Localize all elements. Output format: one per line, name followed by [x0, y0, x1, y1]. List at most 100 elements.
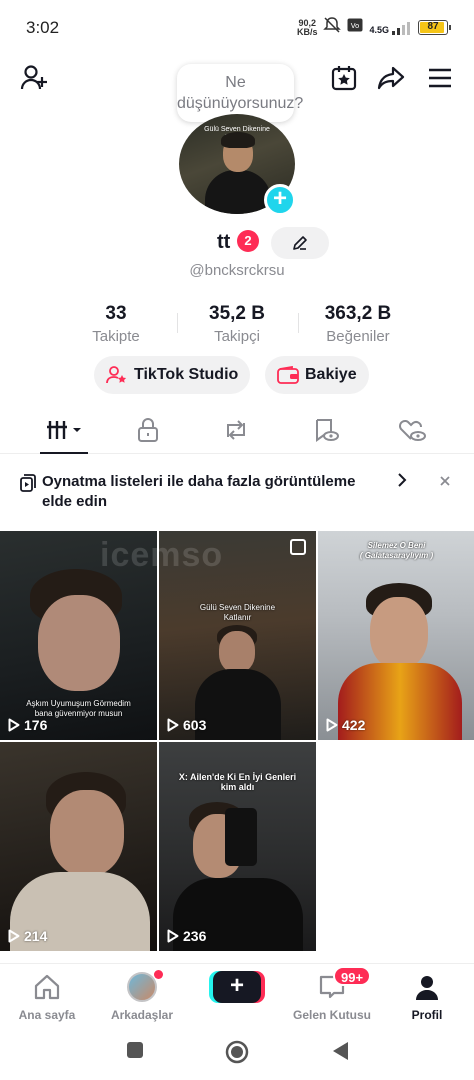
pencil-icon [293, 236, 307, 250]
video-thumb-face [38, 595, 120, 691]
username: tt [217, 231, 231, 253]
create-plus-icon: + [213, 971, 261, 1003]
nav-friends[interactable]: Arkadaşlar [97, 970, 187, 1022]
studio-user-star-icon [106, 366, 127, 384]
banner-text: Oynatma listeleri ile daha fazla görüntü… [42, 473, 356, 510]
stat-followers[interactable]: 35,2 B Takipçi [187, 303, 287, 345]
menu-icon[interactable] [424, 62, 456, 94]
notification-badge[interactable]: 2 [237, 230, 259, 252]
video-caption-line2: Katlanır [223, 613, 252, 622]
svg-text:Vo: Vo [351, 22, 360, 30]
status-icons: 90,2 KB/s Vo 4.5G 87 [297, 16, 451, 39]
add-story-button[interactable]: + [264, 184, 296, 216]
play-icon [8, 718, 20, 732]
inbox-badge: 99+ [333, 966, 372, 986]
nav-friends-label: Arkadaşlar [110, 1008, 174, 1022]
friends-notification-dot [154, 970, 163, 979]
stat-divider [177, 313, 178, 333]
nav-profile-label: Profil [411, 1008, 443, 1022]
wallet-icon [277, 366, 299, 384]
stat-following-value: 33 [105, 303, 127, 324]
network-type: 4.5G [369, 24, 389, 35]
view-count-value: 422 [342, 717, 366, 733]
stat-followers-value: 35,2 B [209, 303, 265, 324]
chevron-right-icon[interactable] [396, 472, 408, 493]
heart-eye-icon [399, 420, 426, 441]
balance-label: Bakiye [305, 366, 357, 383]
video-tile[interactable]: X: Ailen'de Ki En İyi Genleri kim aldı 2… [159, 742, 316, 951]
active-tab-indicator [40, 452, 88, 454]
tab-videos[interactable] [44, 414, 84, 446]
battery-level: 87 [427, 21, 439, 32]
video-thumb-face [370, 597, 428, 669]
calendar-star-icon[interactable] [328, 62, 360, 94]
video-caption-line2: ( Galatasaraylıyım ) [359, 551, 434, 560]
video-caption-line1: X: Ailen'de Ki En İyi Genleri [178, 772, 297, 782]
edit-profile-button[interactable] [271, 227, 329, 259]
stat-likes[interactable]: 363,2 B Beğeniler [308, 303, 408, 345]
avatar-figure-body [205, 170, 271, 214]
lock-icon [138, 418, 158, 442]
view-count-value: 214 [24, 928, 48, 944]
share-icon[interactable] [375, 62, 407, 94]
view-count-value: 176 [24, 717, 48, 733]
video-thumb-phone [225, 808, 257, 866]
play-icon [8, 929, 20, 943]
back-icon[interactable] [330, 1040, 350, 1067]
nav-home[interactable]: Ana sayfa [2, 970, 92, 1022]
tab-private[interactable] [128, 414, 168, 446]
multi-image-icon [290, 539, 306, 555]
playlist-banner[interactable]: Oynatma listeleri ile daha fazla görüntü… [0, 470, 474, 516]
nav-home-label: Ana sayfa [18, 1008, 76, 1022]
stat-likes-label: Beğeniler [326, 328, 390, 345]
view-count-value: 603 [183, 717, 207, 733]
tab-saved[interactable] [306, 414, 346, 446]
system-nav-bar [0, 1030, 474, 1080]
video-caption: Silemez O Beni ( Galatasaraylıyım ) [318, 541, 474, 561]
network-speed: 90,2 KB/s [297, 18, 318, 37]
nav-inbox-label: Gelen Kutusu [292, 1008, 371, 1022]
video-thumb-face [50, 790, 124, 876]
nav-inbox[interactable]: 99+ Gelen Kutusu [287, 966, 377, 1022]
add-friend-icon[interactable] [18, 62, 50, 94]
profile-avatar[interactable]: Gülü Seven Dikenine Katlanır + [179, 114, 296, 216]
watermark: icemso [100, 536, 224, 574]
balance-button[interactable]: Bakiye [265, 356, 369, 394]
volte-icon: Vo [347, 18, 363, 37]
profile-handle: @bncksrckrsu [189, 262, 285, 279]
tiktok-studio-button[interactable]: TikTok Studio [94, 356, 251, 394]
battery-icon: 87 [418, 20, 451, 35]
bottom-nav: Ana sayfa Arkadaşlar + 99+ Gelen Kutusu … [0, 963, 474, 1023]
home-button-icon[interactable] [225, 1040, 249, 1069]
view-count: 176 [8, 717, 47, 733]
nav-profile[interactable]: Profil [382, 970, 472, 1022]
video-tile[interactable]: Silemez O Beni ( Galatasaraylıyım ) 422 [318, 531, 474, 740]
recent-apps-icon[interactable] [125, 1040, 145, 1065]
tab-liked[interactable] [392, 414, 432, 446]
tiktok-studio-label: TikTok Studio [134, 366, 239, 383]
nav-create[interactable]: + [192, 970, 282, 1004]
view-count: 236 [167, 928, 206, 944]
video-tile[interactable]: 214 [0, 742, 157, 951]
play-icon [326, 718, 338, 732]
view-count: 214 [8, 928, 47, 944]
home-icon [34, 974, 60, 1000]
tab-reposts[interactable] [216, 414, 256, 446]
status-bar: 3:02 90,2 KB/s Vo 4.5G 87 [0, 0, 474, 52]
play-icon [167, 929, 179, 943]
friends-avatar [127, 972, 157, 1002]
avatar-figure-hair [221, 132, 255, 148]
stat-following[interactable]: 33 Takipte [66, 303, 166, 345]
close-icon[interactable] [438, 472, 452, 493]
video-caption-line2: kim aldı [220, 782, 255, 792]
profile-stats: 33 Takipte 35,2 B Takipçi 363,2 B Beğeni… [0, 303, 474, 347]
play-icon [167, 718, 179, 732]
video-thumb-face [219, 631, 255, 673]
video-caption-line1: Silemez O Beni [367, 541, 426, 550]
bookmark-eye-icon [316, 419, 339, 442]
view-count-value: 236 [183, 928, 207, 944]
name-row: tt 2 [0, 227, 474, 259]
mute-bell-icon [323, 16, 342, 39]
view-count: 422 [326, 717, 365, 733]
video-thumb-body [195, 669, 281, 740]
